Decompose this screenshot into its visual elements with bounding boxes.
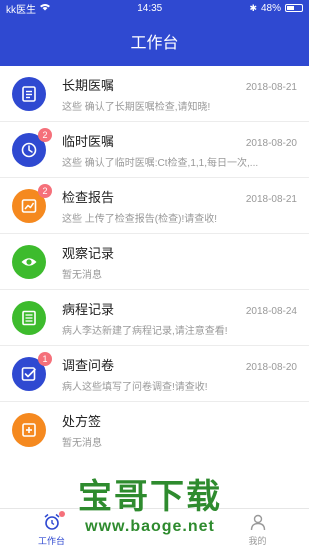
list-item-long-term-orders[interactable]: 长期医嘱 2018-08-21 这些 确认了长期医嘱检查,请知晓!	[0, 66, 309, 122]
item-title: 临时医嘱	[62, 133, 115, 149]
list-item-observation[interactable]: 观察记录 暂无消息	[0, 234, 309, 290]
unread-badge: 2	[38, 127, 52, 142]
exam-report-avatar: 2	[12, 183, 52, 223]
item-date: 2018-08-20	[245, 361, 297, 373]
unread-badge: 1	[38, 351, 52, 366]
alarm-clock-icon	[41, 511, 65, 532]
tab-label: 工作台	[37, 536, 65, 546]
long-term-orders-avatar	[12, 76, 46, 111]
tab-mine[interactable]: 我的	[206, 509, 309, 550]
page-title: 工作台	[130, 35, 179, 52]
item-preview: 暂无消息	[62, 269, 102, 281]
list-item-exam-report[interactable]: 2 检查报告 2018-08-21 这些 上传了检查报告(检查)!请查收!	[0, 178, 309, 234]
wifi-icon	[40, 3, 50, 14]
carrier-label: kk医生	[6, 4, 36, 16]
item-preview: 这些 确认了长期医嘱检查,请知晓!	[62, 101, 211, 113]
course-record-avatar	[12, 300, 46, 335]
item-date: 2018-08-21	[245, 193, 297, 205]
observation-avatar	[12, 244, 46, 279]
tab-bar: 工作台 我的	[0, 508, 309, 550]
temporary-orders-avatar: 2	[12, 127, 52, 167]
chart-icon	[21, 198, 37, 213]
list-item-course-record[interactable]: 病程记录 2018-08-24 病人李达新建了病程记录,请注意查看!	[0, 290, 309, 346]
item-preview: 这些 确认了临时医嘱:Ct检查,1,1,每日一次,...	[62, 157, 259, 169]
item-date: 2018-08-20	[245, 137, 297, 149]
clock-time: 14:35	[137, 2, 163, 14]
message-list: 长期医嘱 2018-08-21 这些 确认了长期医嘱检查,请知晓! 2 临时医嘱…	[0, 66, 309, 458]
list-item-prescription[interactable]: 处方签 暂无消息	[0, 402, 309, 458]
eye-icon	[21, 257, 37, 266]
list-item-questionnaire[interactable]: 1 调查问卷 2018-08-20 病人这些填写了问卷调查!请查收!	[0, 346, 309, 402]
battery-icon	[285, 4, 303, 12]
item-preview: 病人李达新建了病程记录,请注意查看!	[62, 325, 228, 337]
status-bar: kk医生 14:35 ✱ 48%	[0, 0, 309, 16]
tab-middle[interactable]	[103, 509, 206, 550]
prescription-avatar	[12, 413, 46, 447]
list-item-temporary-orders[interactable]: 2 临时医嘱 2018-08-20 这些 确认了临时医嘱:Ct检查,1,1,每日…	[0, 122, 309, 178]
tab-workbench[interactable]: 工作台	[0, 509, 103, 550]
bluetooth-icon: ✱	[249, 2, 257, 13]
item-date: 2018-08-21	[245, 81, 297, 93]
item-date: 2018-08-24	[245, 305, 297, 317]
questionnaire-avatar: 1	[12, 351, 52, 391]
list-icon	[22, 310, 36, 325]
item-title: 处方签	[62, 414, 102, 429]
item-title: 观察记录	[62, 245, 115, 261]
unread-badge: 2	[38, 183, 52, 198]
item-title: 调查问卷	[62, 357, 115, 373]
prescription-icon	[22, 423, 36, 437]
document-icon	[22, 85, 36, 102]
tab-notification-dot	[58, 511, 65, 517]
item-title: 病程记录	[62, 301, 115, 317]
battery-percent: 48%	[260, 2, 281, 14]
tab-label: 我的	[248, 536, 267, 546]
item-title: 检查报告	[62, 189, 115, 205]
item-title: 长期医嘱	[62, 77, 115, 93]
item-preview: 病人这些填写了问卷调查!请查收!	[62, 381, 208, 393]
item-preview: 暂无消息	[62, 438, 102, 449]
item-preview: 这些 上传了检查报告(检查)!请查收!	[62, 213, 217, 225]
clock-icon	[21, 142, 37, 157]
nav-bar: 工作台	[0, 16, 309, 66]
person-icon	[247, 512, 269, 532]
checkbox-icon	[21, 366, 36, 381]
